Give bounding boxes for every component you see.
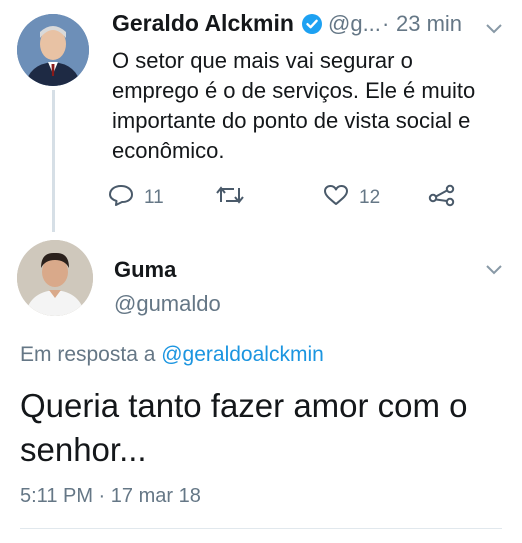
guma-avatar[interactable] <box>17 240 93 316</box>
separator-dot: · <box>382 11 390 36</box>
retweet-icon <box>215 183 245 213</box>
like-button[interactable]: 12 <box>323 183 380 213</box>
reply-context: Em resposta a @geraldoalckmin <box>20 343 324 367</box>
reply-mention-link[interactable]: @geraldoalckmin <box>161 343 324 366</box>
verified-badge-icon <box>301 13 323 35</box>
reply-icon <box>108 183 134 213</box>
thread-line <box>52 90 55 232</box>
author-name[interactable]: Guma <box>114 257 176 283</box>
reply-prefix: Em resposta a <box>20 343 162 366</box>
tweet-time[interactable]: 23 min <box>396 11 462 37</box>
divider <box>20 528 502 529</box>
tweet-text: Queria tanto fazer amor com o senhor... <box>20 387 468 468</box>
chevron-down-icon[interactable] <box>486 262 502 275</box>
share-button[interactable] <box>428 183 456 213</box>
reply-button[interactable]: 11 <box>108 183 164 213</box>
author-handle[interactable]: @gumaldo <box>114 291 221 317</box>
geraldo-avatar[interactable] <box>17 14 89 86</box>
share-icon <box>428 183 456 213</box>
heart-icon <box>323 183 349 213</box>
chevron-down-icon[interactable] <box>486 21 502 34</box>
tweet-timestamp[interactable]: 5:11 PM · 17 mar 18 <box>20 485 201 508</box>
author-handle[interactable]: @g... <box>328 11 381 37</box>
author-name[interactable]: Geraldo Alckmin <box>112 10 294 37</box>
retweet-button[interactable] <box>215 183 245 213</box>
reply-count: 11 <box>144 187 164 208</box>
tweet-text: O setor que mais vai segurar o emprego é… <box>112 48 476 163</box>
like-count: 12 <box>359 187 381 208</box>
